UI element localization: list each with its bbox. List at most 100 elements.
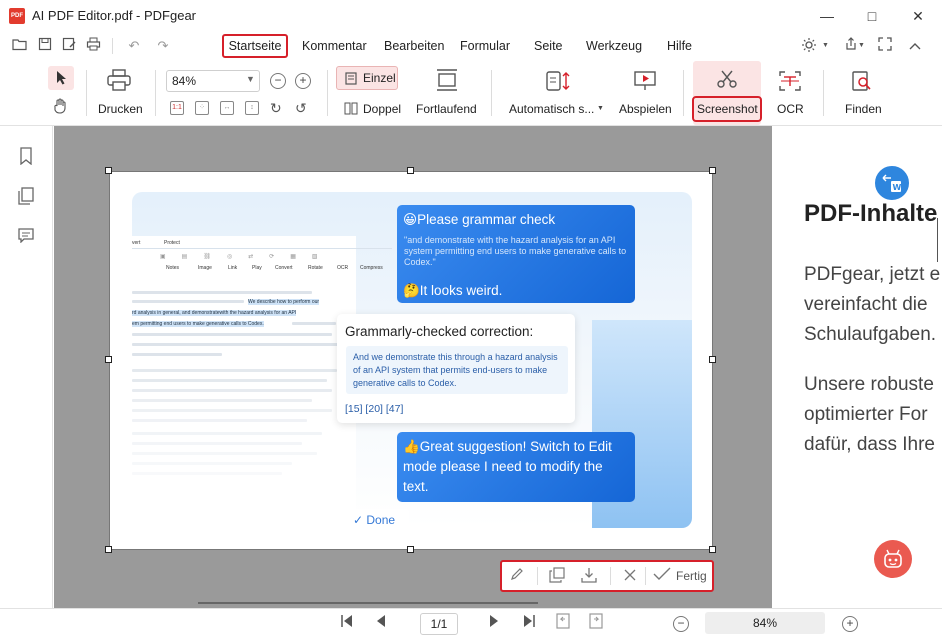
double-page-icon[interactable]: [344, 102, 358, 118]
back-view-icon[interactable]: [553, 613, 573, 633]
captured-toolbar-item: Compress: [360, 265, 383, 271]
undo-icon[interactable]: ↶: [125, 37, 143, 55]
last-page-icon[interactable]: [519, 613, 539, 633]
save-icon[interactable]: [36, 37, 54, 55]
redo-icon[interactable]: ↷: [154, 37, 172, 55]
divider: [327, 70, 328, 116]
zoom-in-button[interactable]: +: [842, 616, 858, 632]
fullscreen-icon[interactable]: [876, 37, 894, 55]
resize-handle[interactable]: [407, 167, 414, 174]
auto-scroll-label[interactable]: Automatisch s...: [509, 102, 594, 116]
chevron-down-icon[interactable]: ▼: [597, 105, 604, 112]
single-page-label: Einzel: [363, 71, 396, 85]
minimize-button[interactable]: —: [815, 4, 839, 28]
menu-hilfe[interactable]: Hilfe: [667, 39, 692, 53]
thumbnails-icon[interactable]: [16, 187, 36, 207]
find-label[interactable]: Finden: [845, 102, 882, 116]
doc-text-line: [132, 291, 312, 294]
maximize-button[interactable]: □: [860, 4, 884, 28]
auto-scroll-icon[interactable]: [545, 70, 571, 95]
comments-icon[interactable]: [16, 227, 36, 247]
continuous-label[interactable]: Fortlaufend: [416, 102, 477, 116]
page-text-line: PDFgear, jetzt e: [804, 264, 941, 285]
window-title: AI PDF Editor.pdf - PDFgear: [32, 8, 197, 23]
print-button-label[interactable]: Drucken: [98, 102, 143, 116]
done-button-label[interactable]: Fertig: [676, 569, 707, 583]
bookmark-icon[interactable]: [16, 147, 36, 167]
captured-toolbar-item: Image: [198, 265, 212, 271]
menu-seite[interactable]: Seite: [534, 39, 563, 53]
play-label[interactable]: Abspielen: [619, 102, 672, 116]
chevron-down-icon[interactable]: ▼: [822, 42, 829, 49]
fit-width-icon[interactable]: ↔: [220, 101, 234, 115]
resize-handle[interactable]: [105, 356, 112, 363]
print-icon[interactable]: [84, 37, 102, 55]
doc-text-line: [132, 442, 302, 445]
screenshot-label[interactable]: Screenshot: [697, 102, 758, 116]
ocr-icon[interactable]: [778, 70, 802, 95]
doc-text-line: [132, 369, 337, 372]
zoom-level-field[interactable]: 84%: [705, 612, 825, 634]
doc-text-line: [132, 343, 342, 346]
divider: [823, 70, 824, 116]
actual-size-icon[interactable]: 1:1: [170, 101, 184, 115]
forward-view-icon[interactable]: [586, 613, 606, 633]
resize-handle[interactable]: [105, 167, 112, 174]
doc-text-line: [132, 409, 332, 412]
chevron-down-icon[interactable]: ▼: [246, 74, 255, 84]
menu-startseite[interactable]: Startseite: [222, 34, 288, 58]
fit-height-icon[interactable]: ↕: [245, 101, 259, 115]
menu-formular[interactable]: Formular: [460, 39, 510, 53]
find-icon[interactable]: [851, 70, 873, 95]
correction-card: Grammarly-checked correction: And we dem…: [337, 314, 575, 423]
resize-handle[interactable]: [407, 546, 414, 553]
theme-sun-icon[interactable]: [800, 37, 818, 55]
resize-handle[interactable]: [105, 546, 112, 553]
collapse-ribbon-icon[interactable]: [906, 37, 924, 55]
chevron-down-icon[interactable]: ▼: [858, 42, 865, 49]
highlighted-text: rd analysis in general, and demonstratew…: [132, 310, 297, 316]
copy-icon[interactable]: [548, 567, 566, 585]
rotate-left-icon[interactable]: ↺: [295, 100, 307, 117]
divider: [155, 70, 156, 116]
continuous-icon[interactable]: [435, 68, 459, 97]
zoom-out-button[interactable]: −: [673, 616, 689, 632]
check-icon[interactable]: [653, 567, 671, 585]
resize-handle[interactable]: [709, 356, 716, 363]
cancel-icon[interactable]: [621, 567, 639, 585]
first-page-icon[interactable]: [337, 613, 357, 633]
previous-page-icon[interactable]: [371, 613, 391, 633]
close-button[interactable]: ✕: [906, 4, 930, 28]
print-large-icon[interactable]: [106, 68, 132, 95]
download-icon[interactable]: [580, 567, 598, 585]
save-as-icon[interactable]: [60, 37, 78, 55]
single-page-button[interactable]: Einzel: [336, 66, 398, 90]
captured-toolbar-item: Rotate: [308, 265, 323, 271]
horizontal-scrollbar[interactable]: [198, 602, 538, 604]
select-tool-button[interactable]: [48, 66, 74, 90]
play-icon[interactable]: [633, 70, 657, 95]
convert-to-word-icon[interactable]: W: [872, 163, 912, 203]
edit-icon[interactable]: [508, 567, 526, 585]
zoom-out-button[interactable]: −: [270, 73, 286, 89]
captured-toolbar-item: Convert: [275, 265, 293, 271]
doc-text-line: [132, 379, 327, 382]
zoom-in-button[interactable]: +: [295, 73, 311, 89]
menu-bearbeiten[interactable]: Bearbeiten: [384, 39, 444, 53]
next-page-icon[interactable]: [484, 613, 504, 633]
resize-handle[interactable]: [709, 546, 716, 553]
menu-kommentar[interactable]: Kommentar: [302, 39, 367, 53]
hand-tool-icon[interactable]: [52, 98, 68, 117]
doc-text-line: [132, 399, 312, 402]
menu-werkzeug[interactable]: Werkzeug: [586, 39, 642, 53]
double-page-label[interactable]: Doppel: [363, 102, 401, 116]
doc-text-line: [132, 300, 244, 303]
ai-assistant-icon[interactable]: [874, 540, 912, 578]
page-number-input[interactable]: 1/1: [420, 613, 458, 635]
ocr-label[interactable]: OCR: [777, 102, 804, 116]
chat-bubble-user: 😀Please grammar check "and demonstrate w…: [397, 205, 635, 303]
rotate-right-icon[interactable]: ↻: [270, 100, 282, 117]
open-icon[interactable]: [11, 37, 29, 55]
resize-handle[interactable]: [709, 167, 716, 174]
fit-page-icon[interactable]: ⁘: [195, 101, 209, 115]
